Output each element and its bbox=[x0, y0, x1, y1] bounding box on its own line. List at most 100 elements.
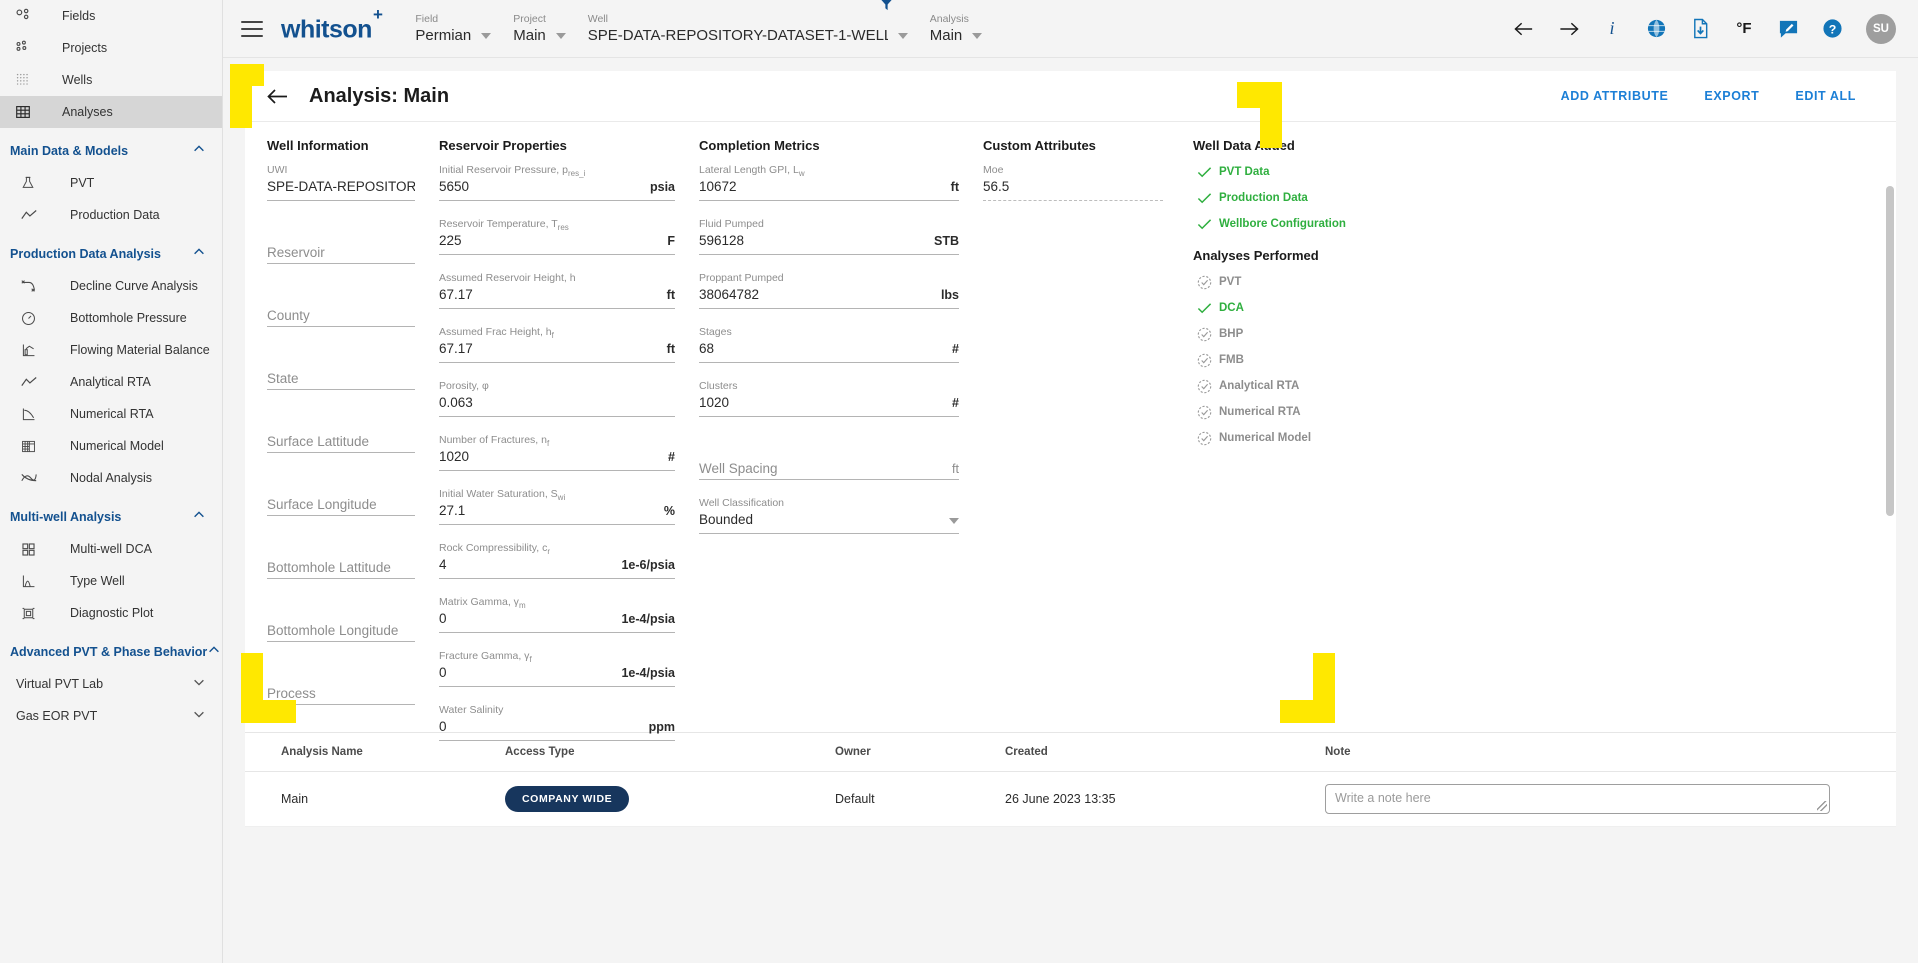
header-actions: ADD ATTRIBUTE EXPORT EDIT ALL bbox=[1543, 81, 1874, 111]
sidebar-item-pvt[interactable]: PVT bbox=[0, 167, 222, 199]
well-selector[interactable]: Well SPE-DATA-REPOSITORY-DATASET-1-WELL-… bbox=[587, 0, 908, 44]
analysis-selector-value: Main bbox=[929, 27, 963, 44]
resize-handle[interactable] bbox=[1817, 801, 1827, 811]
field-label: Water Salinity bbox=[439, 704, 504, 716]
chevron-down-icon[interactable] bbox=[897, 32, 908, 39]
field-number-of-fractures[interactable]: Number of Fractures, nf 1020 # bbox=[439, 433, 675, 471]
field-county[interactable]: County bbox=[267, 280, 415, 327]
sidebar-item-numerical-model[interactable]: Numerical Model bbox=[0, 430, 222, 462]
field-initial-reservoir-pressure[interactable]: Initial Reservoir Pressure, pres_i 5650 p… bbox=[439, 163, 675, 201]
globe-icon[interactable] bbox=[1644, 17, 1668, 41]
field-matrix-gamma[interactable]: Matrix Gamma, γm 0 1e-4/psia bbox=[439, 595, 675, 633]
field-reservoir[interactable]: Reservoir bbox=[267, 217, 415, 264]
temperature-unit-label: °F bbox=[1736, 20, 1752, 37]
field-value: 0.063 bbox=[439, 395, 473, 410]
well-selector-value: SPE-DATA-REPOSITORY-DATASET-1-WELL-2-HAW… bbox=[587, 27, 888, 44]
field-process[interactable]: Process bbox=[267, 658, 415, 705]
table-row[interactable]: Main COMPANY WIDE Default 26 June 2023 1… bbox=[245, 771, 1896, 827]
sidebar-group-production-data-analysis[interactable]: Production Data Analysis bbox=[0, 238, 222, 270]
add-attribute-button[interactable]: ADD ATTRIBUTE bbox=[1543, 81, 1687, 111]
well-data-added-title: Well Data Added bbox=[1193, 138, 1295, 153]
field-placeholder: State bbox=[267, 371, 299, 386]
status-label: PVT Data bbox=[1219, 166, 1270, 178]
field-label-sub: res bbox=[557, 223, 569, 233]
info-icon[interactable]: i bbox=[1600, 17, 1624, 41]
menu-hamburger-icon[interactable] bbox=[241, 20, 263, 37]
field-selector[interactable]: Field Permian bbox=[415, 13, 492, 44]
file-download-icon[interactable] bbox=[1688, 17, 1712, 41]
edit-all-button[interactable]: EDIT ALL bbox=[1777, 81, 1874, 111]
field-state[interactable]: State bbox=[267, 343, 415, 390]
sidebar-item-nodal-analysis[interactable]: Nodal Analysis bbox=[0, 462, 222, 494]
temperature-unit-icon[interactable]: °F bbox=[1732, 17, 1756, 41]
field-reservoir-temperature[interactable]: Reservoir Temperature, Tres 225 F bbox=[439, 217, 675, 255]
chevron-down-icon bbox=[192, 707, 206, 726]
chevron-down-icon[interactable] bbox=[555, 32, 566, 39]
field-assumed-reservoir-height[interactable]: Assumed Reservoir Height, h 67.17 ft bbox=[439, 271, 675, 309]
field-water-salinity[interactable]: Water Salinity 0 ppm bbox=[439, 703, 675, 741]
sidebar-item-diagnostic-plot[interactable]: Diagnostic Plot bbox=[0, 597, 222, 629]
feedback-edit-icon[interactable] bbox=[1776, 17, 1800, 41]
field-fracture-gamma[interactable]: Fracture Gamma, γf 0 1e-4/psia bbox=[439, 649, 675, 687]
sidebar-item-multi-well-dca[interactable]: Multi-well DCA bbox=[0, 533, 222, 565]
well-selector-label: Well bbox=[587, 13, 608, 25]
sidebar-group-advanced-pvt[interactable]: Advanced PVT & Phase Behavior bbox=[0, 636, 222, 668]
field-initial-water-saturation[interactable]: Initial Water Saturation, Swi 27.1% bbox=[439, 487, 675, 525]
back-arrow-icon[interactable] bbox=[1512, 17, 1536, 41]
sidebar-item-virtual-pvt-lab[interactable]: Virtual PVT Lab bbox=[0, 668, 222, 700]
sidebar-item-type-well[interactable]: Type Well bbox=[0, 565, 222, 597]
field-bottomhole-lattitude[interactable]: Bottomhole Lattitude bbox=[267, 532, 415, 579]
back-arrow-icon[interactable] bbox=[267, 88, 289, 105]
field-fluid-pumped[interactable]: Fluid Pumped 596128 STB bbox=[699, 217, 959, 255]
field-porosity[interactable]: Porosity, φ 0.063 bbox=[439, 379, 675, 417]
field-surface-lattitude[interactable]: Surface Lattitude bbox=[267, 406, 415, 453]
note-input[interactable]: Write a note here bbox=[1325, 784, 1830, 814]
chevron-down-icon[interactable] bbox=[481, 32, 492, 39]
sidebar-item-bottomhole-pressure[interactable]: Bottomhole Pressure bbox=[0, 302, 222, 334]
sidebar-item-wells[interactable]: Wells bbox=[0, 64, 222, 96]
sidebar-item-flowing-material-balance[interactable]: Flowing Material Balance bbox=[0, 334, 222, 366]
sidebar-item-fields[interactable]: Fields bbox=[0, 0, 222, 32]
status-badge: COMPANY WIDE bbox=[505, 786, 630, 812]
sidebar-group-label: Advanced PVT & Phase Behavior bbox=[10, 645, 208, 659]
field-placeholder: Bottomhole Longitude bbox=[267, 623, 399, 638]
nodal-icon bbox=[20, 468, 46, 488]
content-scrollbar[interactable] bbox=[1886, 186, 1894, 862]
forward-arrow-icon[interactable] bbox=[1556, 17, 1580, 41]
help-icon[interactable]: ? bbox=[1820, 17, 1844, 41]
field-assumed-frac-height[interactable]: Assumed Frac Height, hf 67.17 ft bbox=[439, 325, 675, 363]
field-value: 596128 bbox=[699, 233, 745, 248]
sidebar-item-production-data[interactable]: Production Data bbox=[0, 199, 222, 231]
scrollbar-thumb[interactable] bbox=[1886, 186, 1894, 516]
field-bottomhole-longitude[interactable]: Bottomhole Longitude bbox=[267, 595, 415, 642]
field-rock-compressibility[interactable]: Rock Compressibility, cr 4 1e-6/psia bbox=[439, 541, 675, 579]
field-well-classification[interactable]: Well Classification Bounded bbox=[699, 496, 959, 534]
sidebar-item-analytical-rta[interactable]: Analytical RTA bbox=[0, 366, 222, 398]
field-uwi[interactable]: UWI SPE-DATA-REPOSITORY-DAT bbox=[267, 163, 415, 201]
sidebar-group-main-data-models[interactable]: Main Data & Models bbox=[0, 135, 222, 167]
field-label-sub: res_i bbox=[567, 169, 586, 179]
field-stages[interactable]: Stages 68 # bbox=[699, 325, 959, 363]
sidebar-group-multi-well-analysis[interactable]: Multi-well Analysis bbox=[0, 501, 222, 533]
avatar[interactable]: SU bbox=[1866, 13, 1896, 44]
filter-icon[interactable] bbox=[879, 0, 894, 17]
field-lateral-length-gpi[interactable]: Lateral Length GPI, Lw 10672 ft bbox=[699, 163, 959, 201]
field-moe[interactable]: Moe 56.5 bbox=[983, 163, 1163, 201]
sidebar-item-projects[interactable]: Projects bbox=[0, 32, 222, 64]
chevron-down-icon[interactable] bbox=[949, 518, 959, 524]
export-button[interactable]: EXPORT bbox=[1686, 81, 1777, 111]
sidebar-label: Analyses bbox=[62, 105, 113, 119]
field-proppant-pumped[interactable]: Proppant Pumped 38064782 lbs bbox=[699, 271, 959, 309]
field-well-spacing[interactable]: Well Spacing ft bbox=[699, 433, 959, 480]
bar-chart-icon bbox=[20, 340, 46, 360]
sidebar-item-gas-eor-pvt[interactable]: Gas EOR PVT bbox=[0, 700, 222, 732]
project-selector[interactable]: Project Main bbox=[513, 13, 566, 44]
chevron-down-icon[interactable] bbox=[972, 32, 983, 39]
field-clusters[interactable]: Clusters 1020 # bbox=[699, 379, 959, 417]
field-surface-longitude[interactable]: Surface Longitude bbox=[267, 469, 415, 516]
analysis-selector[interactable]: Analysis Main bbox=[930, 13, 983, 44]
sidebar-item-numerical-rta[interactable]: Numerical RTA bbox=[0, 398, 222, 430]
line-chart-icon bbox=[20, 372, 46, 392]
sidebar-item-decline-curve-analysis[interactable]: Decline Curve Analysis bbox=[0, 270, 222, 302]
sidebar-item-analyses[interactable]: Analyses bbox=[0, 96, 222, 128]
